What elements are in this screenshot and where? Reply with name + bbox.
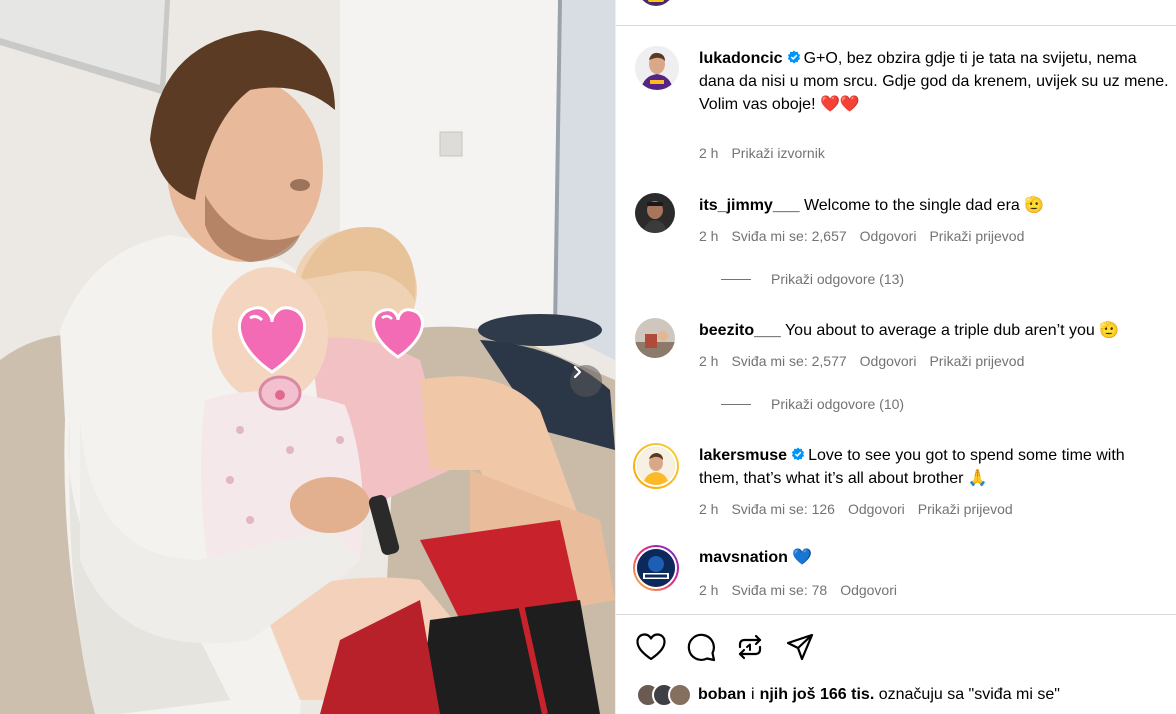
- post-photo[interactable]: [0, 0, 615, 714]
- comment-text: 💙: [792, 549, 813, 566]
- avatar[interactable]: [633, 443, 679, 489]
- avatar-image: [635, 318, 675, 358]
- comment-icon: [687, 633, 716, 662]
- comment-text: You about to average a triple dub aren’t…: [784, 322, 1120, 339]
- avatar-image: [635, 193, 675, 233]
- view-replies-label: Prikaži odgovore (13): [771, 271, 905, 287]
- verified-badge-icon: [787, 50, 800, 64]
- caption: lukadoncic G+O, bez obzira gdje ti je tat…: [633, 46, 1173, 166]
- translate-button[interactable]: Prikaži prijevod: [929, 228, 1024, 244]
- show-original-button[interactable]: Prikaži izvornik: [731, 145, 824, 161]
- replies-line: [721, 278, 751, 280]
- like-count[interactable]: Sviđa mi se: 2,657: [731, 228, 846, 244]
- username[interactable]: lakersmuse: [699, 447, 787, 464]
- translate-button[interactable]: Prikaži prijevod: [918, 501, 1013, 517]
- comment-meta: 2 h Sviđa mi se: 2,577 Odgovori Prikaži pri…: [699, 353, 1037, 369]
- avatar-image: [637, 549, 675, 587]
- replies-line: [721, 403, 751, 405]
- like-count[interactable]: Sviđa mi se: 126: [731, 501, 835, 517]
- comment: mavsnation 💙 2 h Sviđa mi se: 78 Odgovori: [633, 545, 1173, 605]
- likes-suffix: označuju sa "sviđa mi se": [878, 686, 1060, 703]
- others-count[interactable]: njih još 166 tis.: [760, 686, 875, 703]
- avatar[interactable]: [635, 318, 675, 358]
- caption-body: lukadoncic G+O, bez obzira gdje ti je tat…: [699, 47, 1169, 116]
- reply-button[interactable]: Odgovori: [860, 228, 917, 244]
- chevron-right-icon: [573, 365, 582, 379]
- likes-summary: boban i njih još 166 tis. označuju sa "svi…: [636, 683, 1060, 707]
- repost-button[interactable]: [736, 631, 786, 663]
- username[interactable]: its_jimmy___: [699, 197, 800, 214]
- timestamp: 2 h: [699, 145, 719, 161]
- photo-illustration: [0, 0, 615, 714]
- comment: beezito___ You about to average a triple…: [633, 318, 1173, 418]
- username[interactable]: beezito___: [699, 322, 781, 339]
- heart-icon: [636, 633, 666, 661]
- comments-panel: lukadoncic G+O, bez obzira gdje ti je tat…: [615, 0, 1176, 714]
- action-bar: [636, 631, 836, 663]
- view-replies-label: Prikaži odgovore (10): [771, 396, 905, 412]
- view-replies-button[interactable]: Prikaži odgovore (10): [721, 396, 904, 412]
- translate-button[interactable]: Prikaži prijevod: [929, 353, 1024, 369]
- comment-body: its_jimmy___ Welcome to the single dad e…: [699, 194, 1169, 217]
- share-button[interactable]: [786, 631, 836, 663]
- comment: its_jimmy___ Welcome to the single dad e…: [633, 193, 1173, 293]
- username[interactable]: lukadoncic: [699, 50, 783, 67]
- comment-body: mavsnation 💙: [699, 546, 1169, 569]
- avatar[interactable]: [635, 46, 679, 90]
- like-count[interactable]: Sviđa mi se: 2,577: [731, 353, 846, 369]
- timestamp: 2 h: [699, 501, 719, 517]
- header-avatar[interactable]: [638, 0, 674, 6]
- liker-avatars[interactable]: [636, 683, 692, 707]
- comment-meta: 2 h Sviđa mi se: 78 Odgovori: [699, 582, 910, 598]
- reply-button[interactable]: Odgovori: [840, 582, 897, 598]
- like-button[interactable]: [636, 631, 686, 663]
- comment-text-2: Volim vas oboje! ❤️❤️: [699, 96, 860, 113]
- liker-avatar: [668, 683, 692, 707]
- comment: lakersmuse Love to see you got to spend s…: [633, 443, 1173, 523]
- like-count[interactable]: Sviđa mi se: 78: [731, 582, 827, 598]
- comment-body: lakersmuse Love to see you got to spend s…: [699, 444, 1169, 490]
- comment-body: beezito___ You about to average a triple…: [699, 319, 1169, 342]
- likes-conjunction: i: [751, 686, 755, 703]
- view-replies-button[interactable]: Prikaži odgovore (13): [721, 271, 904, 287]
- comment-meta: 2 h Sviđa mi se: 2,657 Odgovori Prikaži pri…: [699, 228, 1037, 244]
- avatar-image: [637, 447, 675, 485]
- comment-meta: 2 h Sviđa mi se: 126 Odgovori Prikaži prije…: [699, 501, 1026, 517]
- comment-text: Welcome to the single dad era 🫡: [803, 197, 1045, 214]
- timestamp: 2 h: [699, 582, 719, 598]
- divider: [616, 614, 1176, 615]
- caption-meta: 2 h Prikaži izvornik: [699, 145, 838, 161]
- reply-button[interactable]: Odgovori: [848, 501, 905, 517]
- username[interactable]: mavsnation: [699, 549, 788, 566]
- avatar[interactable]: [633, 545, 679, 591]
- avatar-inner: [635, 547, 677, 589]
- reply-button[interactable]: Odgovori: [860, 353, 917, 369]
- timestamp: 2 h: [699, 353, 719, 369]
- likes-text: boban i njih još 166 tis. označuju sa "svi…: [698, 686, 1060, 704]
- liker-username[interactable]: boban: [698, 686, 746, 703]
- avatar-image: [635, 46, 679, 90]
- repost-icon: [738, 634, 762, 660]
- comment-button[interactable]: [686, 631, 736, 663]
- share-icon: [786, 633, 814, 661]
- divider: [616, 25, 1176, 26]
- avatar[interactable]: [635, 193, 675, 233]
- avatar-inner: [635, 445, 677, 487]
- next-photo-button[interactable]: [570, 365, 602, 397]
- timestamp: 2 h: [699, 228, 719, 244]
- verified-badge-icon: [791, 447, 805, 461]
